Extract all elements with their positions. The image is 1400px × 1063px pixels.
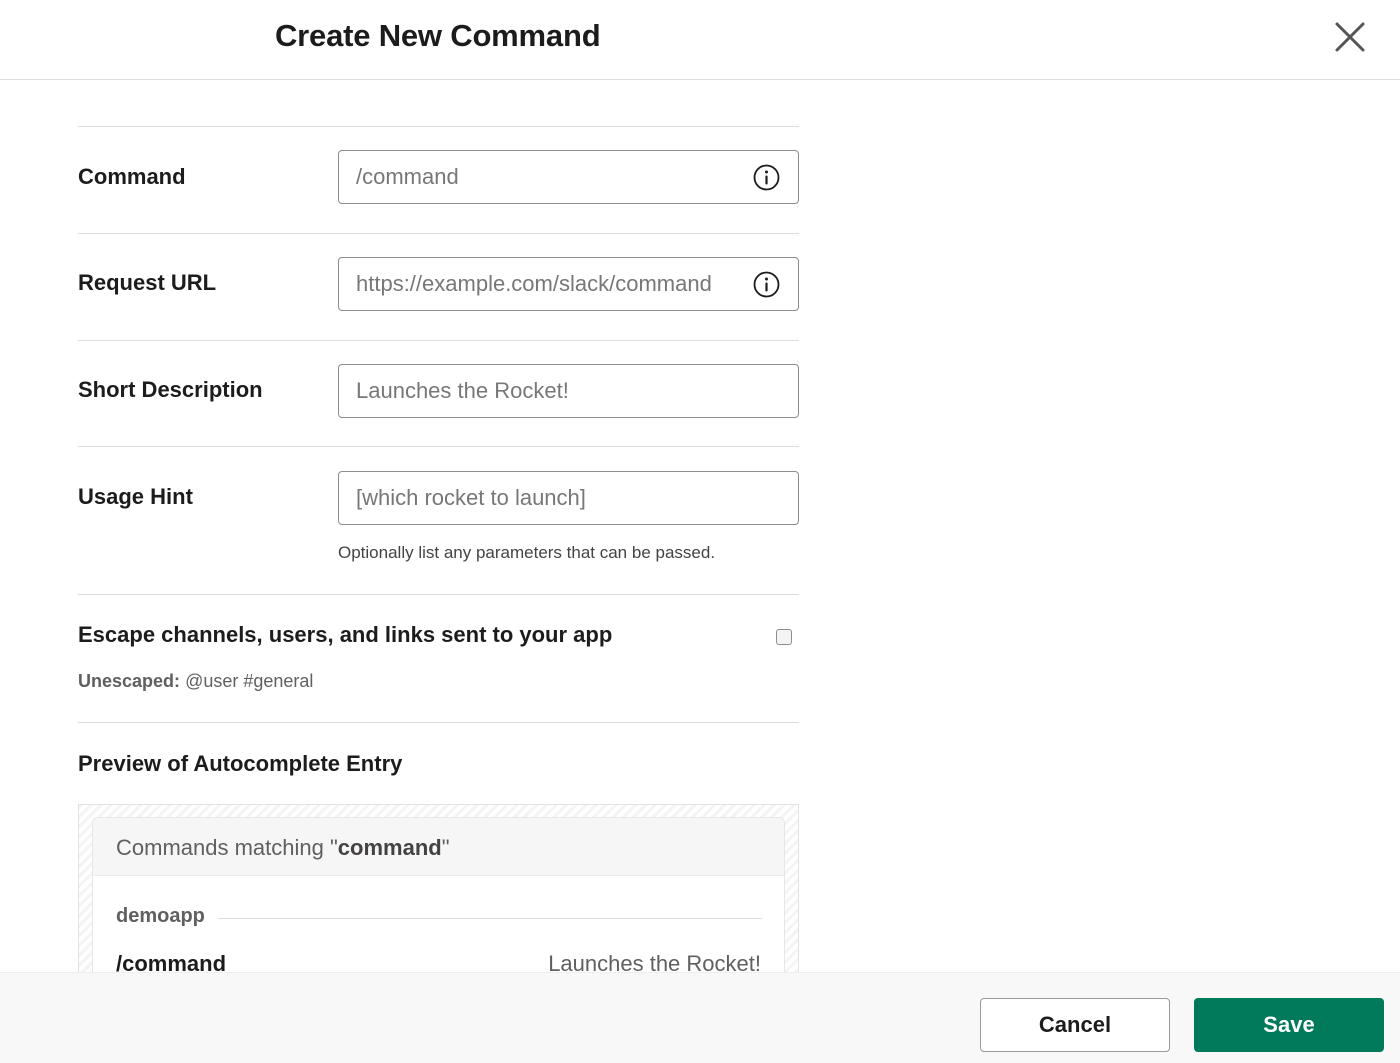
preview-matching-text: Commands matching "command" [116,835,450,861]
command-input[interactable] [356,151,746,203]
divider [218,918,762,919]
save-button[interactable]: Save [1194,998,1384,1052]
cancel-button[interactable]: Cancel [980,998,1170,1052]
divider [78,340,799,341]
usage-hint-help: Optionally list any parameters that can … [338,543,716,562]
command-field[interactable] [338,150,799,204]
divider [78,233,799,234]
modal-header: Create New Command [0,0,1400,80]
matching-suffix: " [441,835,450,860]
modal-title: Create New Command [275,18,601,53]
preview-app-name: demoapp [116,905,205,927]
request-url-input[interactable] [356,258,746,310]
command-label: Command [78,164,186,189]
preview-header: Commands matching "command" [93,818,784,876]
usage-hint-input[interactable] [356,472,776,524]
info-icon[interactable] [753,164,780,191]
close-icon [1335,22,1365,52]
info-icon[interactable] [753,271,780,298]
preview-title: Preview of Autocomplete Entry [78,751,403,776]
short-description-label: Short Description [78,377,263,402]
unescaped-example: Unescaped: @user #general [78,671,313,692]
short-description-field[interactable] [338,364,799,418]
modal-footer: Cancel Save [0,972,1400,1063]
divider [78,722,799,723]
request-url-field[interactable] [338,257,799,311]
unescaped-label: Unescaped: [78,671,181,691]
divider [78,126,799,127]
escape-label: Escape channels, users, and links sent t… [78,622,613,647]
matching-term: command [337,835,442,860]
divider [78,594,799,595]
short-description-input[interactable] [356,365,776,417]
close-button[interactable] [1325,14,1373,62]
usage-hint-field[interactable] [338,471,799,525]
matching-prefix: Commands matching " [116,835,338,860]
usage-hint-label: Usage Hint [78,484,193,509]
escape-checkbox[interactable] [776,629,792,645]
request-url-label: Request URL [78,270,217,295]
divider [78,446,799,447]
unescaped-value: @user #general [185,671,314,691]
